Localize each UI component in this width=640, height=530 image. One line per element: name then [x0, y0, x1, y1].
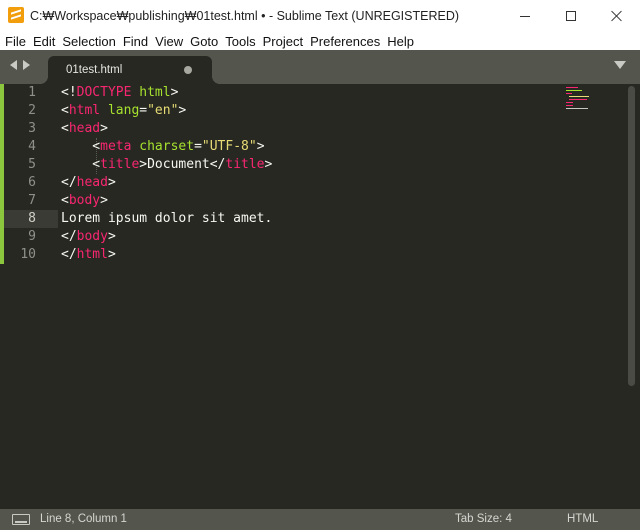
sublime-text-icon — [8, 7, 24, 23]
code-token: </ — [61, 229, 77, 244]
code-line: <html lang="en"> — [61, 102, 272, 120]
code-token: < — [61, 193, 69, 208]
code-token: < — [61, 103, 69, 118]
code-token: </ — [61, 175, 77, 190]
code-line: <!DOCTYPE html> — [61, 84, 272, 102]
code-line: </head> — [61, 174, 272, 192]
code-token: head — [68, 121, 101, 136]
code-token: </ — [61, 247, 77, 262]
menu-edit[interactable]: Edit — [33, 34, 55, 49]
line-number: 10 — [20, 247, 36, 262]
code-token: charset — [131, 139, 195, 154]
menu-bar: File Edit Selection Find View Goto Tools… — [0, 32, 640, 50]
code-token: meta — [100, 139, 132, 154]
code-token: html — [68, 103, 101, 118]
menu-goto[interactable]: Goto — [190, 34, 218, 49]
tab-list-dropdown-icon[interactable] — [614, 61, 626, 69]
code-token: title — [225, 157, 265, 172]
code-token: > — [170, 85, 179, 100]
line-number: 3 — [28, 121, 36, 136]
next-tab-icon[interactable] — [23, 60, 30, 70]
code-token: > — [100, 121, 108, 136]
menu-view[interactable]: View — [155, 34, 183, 49]
code-token: body — [76, 229, 108, 244]
previous-tab-icon[interactable] — [10, 60, 17, 70]
vertical-scrollbar[interactable] — [628, 86, 635, 386]
code-token: < — [61, 121, 69, 136]
line-number: 4 — [28, 139, 36, 154]
code-token: title — [100, 157, 140, 172]
code-token: DOCTYPE — [76, 85, 132, 100]
menu-find[interactable]: Find — [123, 34, 148, 49]
code-token: body — [68, 193, 101, 208]
code-token: = — [139, 103, 148, 118]
syntax-setting[interactable]: HTML — [567, 513, 598, 525]
code-line: Lorem ipsum dolor sit amet. — [61, 210, 272, 228]
code-line: </html> — [61, 246, 272, 264]
minimize-button[interactable] — [502, 0, 548, 32]
menu-help[interactable]: Help — [387, 34, 414, 49]
code-token: < — [61, 139, 101, 154]
code-token: > — [107, 247, 116, 262]
code-editor[interactable]: 1 2 3 4 5 6 7 8 9 10 <!DOCTYPE html> <html lang="e… — [0, 84, 640, 509]
close-icon — [611, 10, 623, 22]
code-token: <! — [61, 85, 77, 100]
line-number: 5 — [28, 157, 36, 172]
code-token: > — [100, 193, 108, 208]
code-token: "en" — [147, 103, 179, 118]
maximize-icon — [566, 11, 576, 21]
code-token: > — [107, 229, 116, 244]
code-token: > — [256, 139, 265, 154]
tab-bar: 01test.html — [0, 50, 640, 84]
maximize-button[interactable] — [548, 0, 594, 32]
line-number: 1 — [28, 85, 36, 100]
window-title: C:₩Workspace₩publishing₩01test.html • - … — [30, 9, 460, 23]
code-token: "UTF-8" — [201, 139, 257, 154]
line-number: 7 — [28, 193, 36, 208]
tab-01test-html[interactable]: 01test.html — [40, 56, 220, 84]
tab-navigation — [10, 60, 30, 70]
code-token: html — [76, 247, 108, 262]
code-line: <meta charset="UTF-8"> — [61, 138, 272, 156]
code-token: > — [107, 175, 116, 190]
code-token: Lorem ipsum dolor sit amet. — [61, 211, 273, 226]
menu-selection[interactable]: Selection — [62, 34, 115, 49]
line-number: 6 — [28, 175, 36, 190]
tab-label: 01test.html — [66, 64, 123, 76]
code-token: > — [264, 157, 273, 172]
code-token: < — [61, 157, 101, 172]
title-bar: C:₩Workspace₩publishing₩01test.html • - … — [0, 0, 640, 32]
line-number-gutter: 1 2 3 4 5 6 7 8 9 10 — [0, 84, 36, 264]
line-number: 2 — [28, 103, 36, 118]
menu-tools[interactable]: Tools — [225, 34, 255, 49]
cursor-position: Line 8, Column 1 — [40, 513, 127, 525]
code-token: lang — [100, 103, 140, 118]
code-token: = — [194, 139, 202, 154]
tab-size-setting[interactable]: Tab Size: 4 — [455, 513, 512, 525]
code-content[interactable]: <!DOCTYPE html> <html lang="en"> <head> <m… — [61, 84, 272, 264]
code-line: </body> — [61, 228, 272, 246]
close-button[interactable] — [594, 0, 640, 32]
menu-file[interactable]: File — [5, 34, 26, 49]
code-line: <head> — [61, 120, 272, 138]
code-line: <body> — [61, 192, 272, 210]
unsaved-indicator-icon[interactable] — [184, 66, 192, 74]
code-token: html — [131, 85, 171, 100]
code-line: <title>Document</title> — [61, 156, 272, 174]
minimap[interactable] — [566, 86, 594, 110]
status-bar: Line 8, Column 1 Tab Size: 4 HTML — [0, 509, 640, 530]
code-token: > — [178, 103, 187, 118]
code-token: head — [76, 175, 108, 190]
menu-project[interactable]: Project — [263, 34, 303, 49]
line-number: 9 — [28, 229, 36, 244]
minimize-icon — [520, 15, 530, 17]
panel-toggle-icon[interactable] — [12, 514, 30, 525]
code-token: >Document</ — [139, 157, 226, 172]
line-number: 8 — [28, 211, 36, 226]
menu-preferences[interactable]: Preferences — [310, 34, 380, 49]
